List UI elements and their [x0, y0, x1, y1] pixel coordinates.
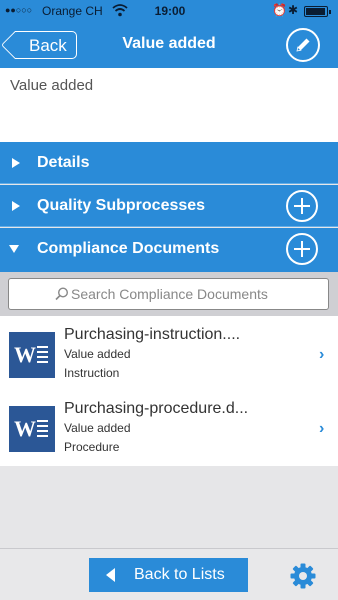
add-document-button[interactable] [286, 233, 318, 265]
back-to-lists-button[interactable]: Back to Lists [89, 558, 248, 592]
edit-button[interactable] [286, 28, 320, 62]
search-icon [55, 287, 69, 301]
documents-list: W Purchasing-instruction.... Value added… [0, 316, 338, 466]
list-item[interactable]: W Purchasing-instruction.... Value added… [0, 316, 338, 390]
status-bar: ●●○○○ Orange CH 19:00 ⏰ ✱ [0, 0, 338, 22]
section-details[interactable]: Details [0, 142, 338, 184]
expand-arrow-icon [12, 158, 20, 168]
clock: 19:00 [154, 4, 186, 18]
item-title: Value added [10, 77, 94, 94]
section-label: Compliance Documents [37, 240, 220, 257]
document-name: Purchasing-procedure.d... [64, 400, 249, 417]
signal-strength-icon: ●●○○○ [5, 5, 33, 15]
document-type: Procedure [64, 440, 120, 454]
section-compliance-documents[interactable]: Compliance Documents [0, 228, 338, 272]
alarm-icon: ⏰ [272, 3, 287, 17]
section-quality-subprocesses[interactable]: Quality Subprocesses [0, 185, 338, 227]
pencil-icon [296, 38, 310, 52]
back-button[interactable]: Back [0, 30, 77, 60]
list-item[interactable]: W Purchasing-procedure.d... Value added … [0, 390, 338, 464]
section-label: Quality Subprocesses [37, 197, 206, 214]
back-button-label: Back [29, 36, 67, 55]
search-field[interactable] [8, 278, 329, 310]
document-name: Purchasing-instruction.... [64, 326, 241, 343]
empty-area [0, 466, 338, 548]
bottom-toolbar: Back to Lists [0, 548, 338, 600]
wifi-icon [112, 3, 128, 20]
navigation-bar: Back Value added [0, 22, 338, 68]
carrier-name: Orange CH [42, 4, 103, 18]
back-to-lists-label: Back to Lists [134, 566, 225, 583]
back-arrow-icon [0, 30, 30, 60]
add-subprocess-button[interactable] [286, 190, 318, 222]
gear-icon[interactable] [289, 562, 317, 590]
bluetooth-icon: ✱ [288, 3, 299, 17]
page-title: Value added [122, 35, 216, 52]
word-document-icon: W [9, 332, 55, 378]
expand-arrow-icon [12, 201, 20, 211]
battery-icon [304, 6, 331, 17]
search-bar [0, 272, 338, 316]
document-type: Instruction [64, 366, 120, 380]
word-document-icon: W [9, 406, 55, 452]
back-arrow-icon [106, 568, 115, 582]
chevron-right-icon: › [319, 420, 325, 437]
chevron-right-icon: › [319, 346, 325, 363]
section-label: Details [37, 154, 90, 171]
document-subtitle: Value added [64, 347, 131, 361]
document-subtitle: Value added [64, 421, 131, 435]
search-input[interactable] [71, 283, 321, 305]
item-header: Value added [0, 68, 338, 142]
collapse-arrow-icon [9, 245, 19, 253]
